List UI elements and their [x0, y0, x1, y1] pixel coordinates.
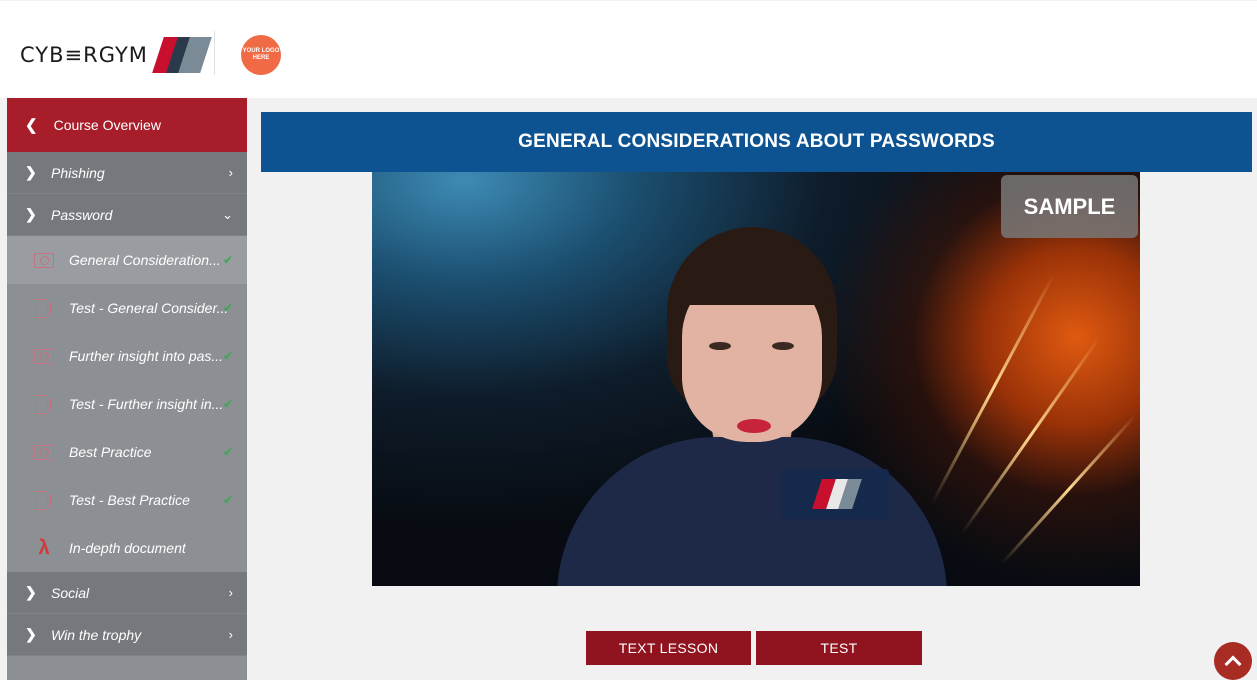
lesson-label: In-depth document [69, 540, 186, 556]
header: CYB≡RGYM YOUR LOGO HERE [0, 0, 1257, 98]
lesson-title: GENERAL CONSIDERATIONS ABOUT PASSWORDS [261, 112, 1252, 172]
chevron-right-icon: ❯ [25, 164, 37, 180]
chevron-left-icon: ❮ [25, 117, 38, 134]
lesson-label: Test - General Consider... [69, 300, 229, 316]
brand-text: CYB≡RGYM [20, 43, 148, 67]
lesson-item[interactable]: Further insight into pas... ✔ [7, 332, 247, 380]
sidebar-section-password[interactable]: ❯ Password ⌄ [7, 194, 247, 236]
check-icon: ✔ [222, 445, 233, 459]
cybergym-logo[interactable]: CYB≡RGYM [20, 35, 212, 75]
lesson-label: Test - Further insight in... [69, 396, 224, 412]
section-label: Password [51, 206, 113, 223]
lesson-item[interactable]: λ In-depth document [7, 524, 247, 572]
section-label: Win the trophy [51, 626, 142, 643]
video-icon [33, 443, 55, 461]
expand-arrow-icon: › [228, 165, 233, 180]
check-icon: ✔ [222, 397, 233, 411]
chevron-right-icon: ❯ [25, 206, 37, 222]
test-icon [33, 491, 55, 510]
text-lesson-button[interactable]: TEXT LESSON [586, 631, 751, 665]
expand-arrow-icon: › [228, 585, 233, 600]
lesson-label: General Consideration... [69, 252, 221, 268]
sidebar-section-phishing[interactable]: ❯ Phishing › [7, 152, 247, 194]
check-icon: ✔ [222, 493, 233, 507]
lesson-item[interactable]: Test - General Consider... ✔ [7, 284, 247, 332]
client-logo: YOUR LOGO HERE [241, 35, 281, 75]
test-button[interactable]: TEST [756, 631, 922, 665]
lesson-item[interactable]: Best Practice ✔ [7, 428, 247, 476]
lesson-label: Further insight into pas... [69, 348, 224, 364]
check-icon: ✔ [222, 253, 233, 267]
shirt-logo-icon [781, 469, 889, 519]
brand-mark-icon [150, 35, 212, 75]
video-icon [33, 347, 55, 365]
lesson-label: Best Practice [69, 444, 152, 460]
sample-watermark: SAMPLE [1001, 175, 1138, 238]
lesson-item[interactable]: Test - Further insight in... ✔ [7, 380, 247, 428]
lesson-item[interactable]: Test - Best Practice ✔ [7, 476, 247, 524]
test-icon [33, 299, 55, 318]
presenter-image [557, 227, 947, 586]
lesson-label: Test - Best Practice [69, 492, 190, 508]
check-icon: ✔ [222, 349, 233, 363]
chevron-right-icon: ❯ [25, 626, 37, 642]
lesson-item[interactable]: General Consideration... ✔ [7, 236, 247, 284]
course-overview-button[interactable]: ❮ Course Overview [7, 98, 247, 152]
expand-arrow-icon: › [228, 627, 233, 642]
sidebar-section-win-the-trophy[interactable]: ❯ Win the trophy › [7, 614, 247, 656]
sidebar: ❮ Course Overview ❯ Phishing › ❯ Passwor… [7, 98, 247, 680]
header-divider [214, 31, 215, 75]
course-overview-label: Course Overview [53, 117, 161, 133]
section-label: Social [51, 584, 90, 601]
chevron-right-icon: ❯ [25, 584, 37, 600]
test-icon [33, 395, 55, 414]
sidebar-section-social[interactable]: ❯ Social › [7, 572, 247, 614]
video-icon [33, 251, 55, 269]
scroll-to-top-button[interactable] [1214, 642, 1252, 680]
pdf-icon: λ [38, 536, 50, 559]
check-icon: ✔ [222, 301, 233, 315]
section-label: Phishing [51, 164, 105, 181]
collapse-arrow-icon: ⌄ [222, 206, 233, 222]
